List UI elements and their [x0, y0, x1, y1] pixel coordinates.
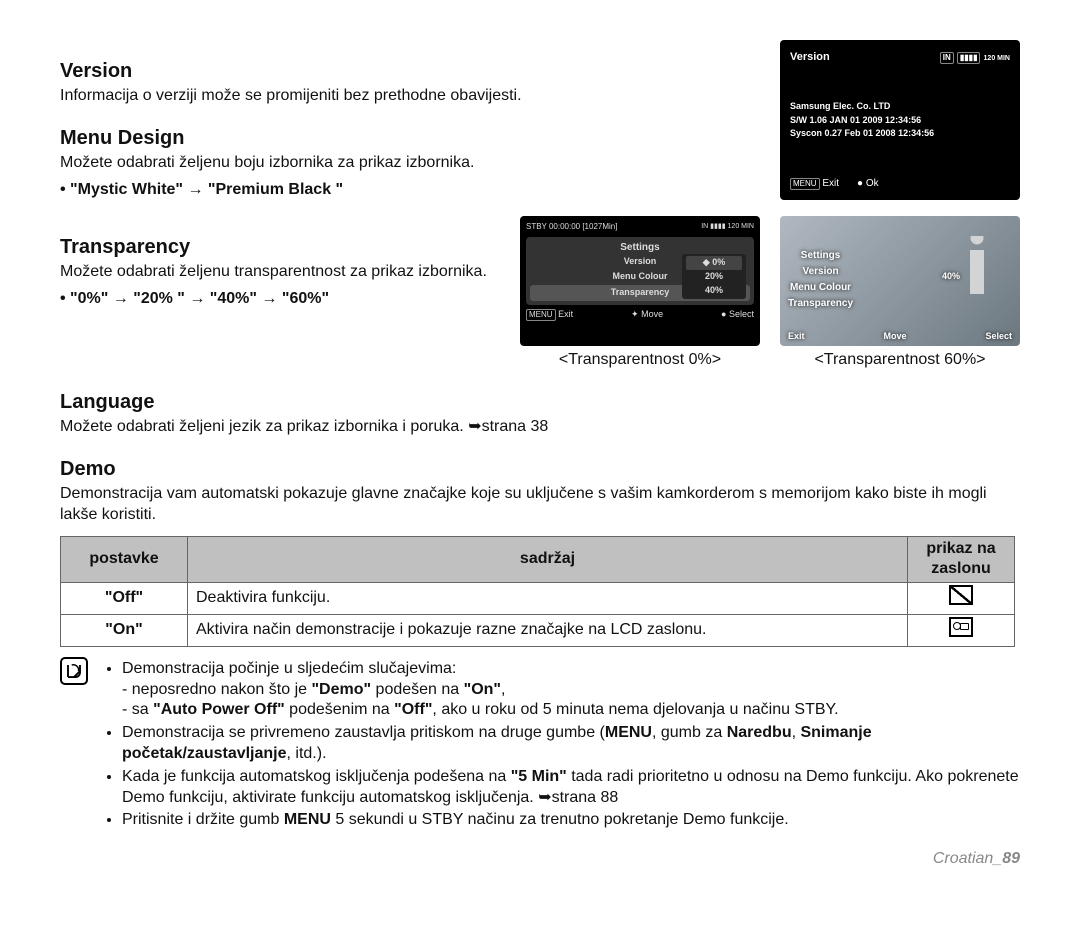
caption-transparency-60: <Transparentnost 60%>: [780, 350, 1020, 371]
heading-version: Version: [60, 58, 760, 84]
text-transparency-body: Možete odabrati željenu transparentnost …: [60, 262, 500, 283]
heading-language: Language: [60, 389, 1020, 415]
text-language-body: Možete odabrati željeni jezik za prikaz …: [60, 417, 1020, 438]
screenshot-transparency-0: STBY 00:00:00 [1027Min] IN ▮▮▮▮ 120 MIN …: [520, 216, 760, 346]
text-demo-body: Demonstracija vam automatski pokazuje gl…: [60, 484, 1020, 526]
screenshot-version-lcd: Version IN ▮▮▮▮ 120 MIN Samsung Elec. Co…: [780, 40, 1020, 200]
text-menu-design-body: Možete odabrati željenu boju izbornika z…: [60, 153, 760, 174]
table-row: "On" Aktivira način demonstracije i poka…: [61, 614, 1015, 646]
demo-off-icon: [949, 585, 973, 605]
table-row: "Off" Deaktivira funkciju.: [61, 583, 1015, 615]
ok-label: Ok: [866, 178, 879, 189]
th-sadrzaj: sadržaj: [188, 536, 908, 583]
heading-transparency: Transparency: [60, 234, 500, 260]
note-item: Kada je funkcija automatskog isključenja…: [122, 767, 1020, 809]
text-transparency-options: • "0%" → "20% " → "40%" → "60%": [60, 289, 500, 310]
note-list: Demonstracija počinje u sljedećim slučaj…: [102, 657, 1020, 833]
page-footer: Croatian_89: [60, 849, 1020, 870]
transparency-popup: ◆ 0% 20% 40%: [682, 254, 746, 299]
demo-table: postavke sadržaj prikaz na zaslonu "Off"…: [60, 536, 1015, 647]
min-badge: 120 MIN: [984, 55, 1010, 62]
menu-badge: MENU: [790, 178, 820, 190]
heading-demo: Demo: [60, 456, 1020, 482]
person-figure: [962, 236, 992, 306]
battery-icon: ▮▮▮▮: [957, 52, 981, 64]
note-icon: [60, 657, 88, 685]
th-postavke: postavke: [61, 536, 188, 583]
demo-on-icon: [949, 617, 973, 637]
note-item: Demonstracija se privremeno zaustavlja p…: [122, 723, 1020, 765]
text-version-body: Informacija o verziji može se promijenit…: [60, 86, 760, 107]
note-item: Demonstracija počinje u sljedećim slučaj…: [122, 659, 1020, 721]
heading-menu-design: Menu Design: [60, 125, 760, 151]
th-prikaz: prikaz na zaslonu: [908, 536, 1015, 583]
card-icon: IN: [940, 52, 954, 64]
note-item: Pritisnite i držite gumb MENU 5 sekundi …: [122, 810, 1020, 831]
ok-icon: ●: [857, 178, 863, 189]
caption-transparency-0: <Transparentnost 0%>: [520, 350, 760, 371]
exit-label: Exit: [822, 178, 839, 189]
screenshot-transparency-60: Settings Version Menu Colour Transparenc…: [780, 216, 1020, 346]
lcd-title: Version: [790, 50, 830, 64]
lcd-lines: Samsung Elec. Co. LTD S/W 1.06 JAN 01 20…: [790, 99, 1010, 142]
text-menu-design-options: • "Mystic White" → "Premium Black ": [60, 180, 760, 201]
